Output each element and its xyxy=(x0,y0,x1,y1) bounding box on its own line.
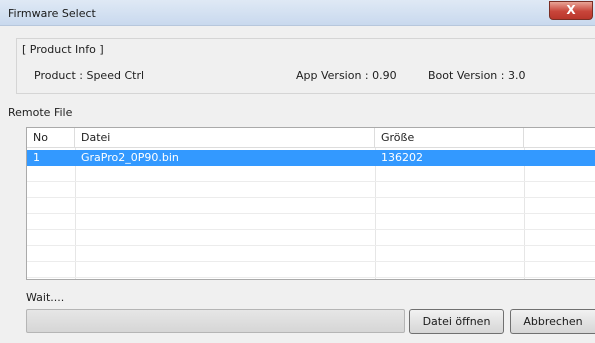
column-header-no[interactable]: No xyxy=(27,128,75,148)
cell-groesse: 136202 xyxy=(381,151,423,164)
product-name-label: Product : Speed Ctrl xyxy=(34,69,145,82)
empty-row xyxy=(27,198,595,214)
title-bar: Firmware Select X xyxy=(0,0,595,26)
table-header: No Datei Größe xyxy=(27,128,595,148)
app-version-label: App Version : 0.90 xyxy=(296,69,397,82)
product-info-legend: [ Product Info ] xyxy=(19,43,107,56)
firmware-select-dialog: Firmware Select X [ Product Info ] Produ… xyxy=(0,0,595,343)
empty-row xyxy=(27,166,595,182)
window-title: Firmware Select xyxy=(8,7,96,20)
empty-row xyxy=(27,230,595,246)
cancel-button[interactable]: Abbrechen xyxy=(510,309,595,334)
status-text: Wait.... xyxy=(26,291,65,304)
cell-no: 1 xyxy=(33,151,40,164)
remote-file-list[interactable]: No Datei Größe 1 GraPro2_0P90.bin 136202 xyxy=(26,127,595,280)
empty-row xyxy=(27,262,595,278)
column-header-datei[interactable]: Datei xyxy=(75,128,375,148)
boot-version-label: Boot Version : 3.0 xyxy=(428,69,526,82)
empty-row xyxy=(27,246,595,262)
cell-datei: GraPro2_0P90.bin xyxy=(81,151,179,164)
column-header-groesse[interactable]: Größe xyxy=(375,128,524,148)
close-button[interactable]: X xyxy=(549,1,593,20)
empty-row xyxy=(27,182,595,198)
empty-row xyxy=(27,214,595,230)
progress-bar xyxy=(26,309,405,333)
open-file-button[interactable]: Datei öffnen xyxy=(409,309,504,334)
table-row[interactable]: 1 GraPro2_0P90.bin 136202 xyxy=(27,150,595,166)
remote-file-label: Remote File xyxy=(8,106,73,119)
